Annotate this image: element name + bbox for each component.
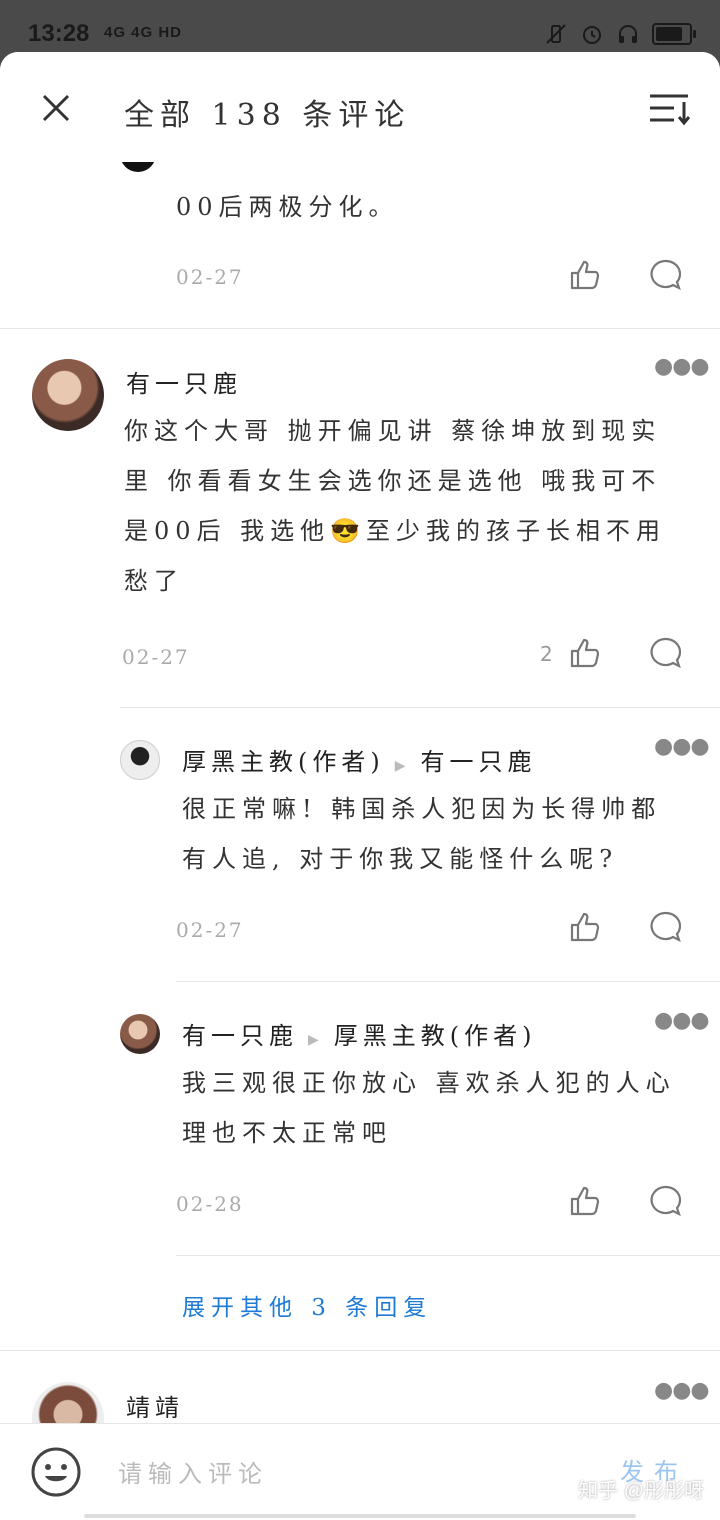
comment-date: 02-27: [176, 918, 244, 942]
divider: [176, 1255, 720, 1256]
emoji-icon[interactable]: [30, 1446, 82, 1498]
commenter-name[interactable]: 厚黑主教(作者): [182, 748, 385, 776]
avatar[interactable]: [120, 740, 160, 780]
like-count: 2: [540, 642, 553, 666]
reply-to-name[interactable]: 厚黑主教(作者): [334, 1022, 537, 1050]
more-options-icon[interactable]: ●●●: [654, 354, 710, 379]
reply-to-name[interactable]: 有一只鹿: [421, 748, 537, 776]
alarm-icon: [583, 26, 601, 44]
divider: [176, 981, 720, 982]
comment-date: 02-27: [122, 645, 190, 669]
comment-body: 很正常嘛! 韩国杀人犯因为长得帅都有人追, 对于你我又能怪什么呢?: [182, 795, 662, 873]
reply-icon[interactable]: [648, 636, 682, 670]
comment-input-bar: 请输入评论 发布 知乎 @彤彤呀: [0, 1423, 720, 1520]
expand-replies-link[interactable]: 展开其他 3 条回复: [182, 1288, 432, 1322]
like-icon[interactable]: [568, 636, 602, 670]
status-time: 13:28: [28, 20, 90, 47]
more-options-icon[interactable]: ●●●: [654, 734, 710, 759]
divider: [120, 707, 720, 708]
reply-arrow-icon: ▶: [394, 758, 411, 774]
sort-icon[interactable]: [648, 90, 692, 126]
battery-icon: [652, 23, 696, 45]
page-title: 全部 138 条评论: [124, 98, 411, 133]
watermark: 知乎 @彤彤呀: [578, 1480, 704, 1502]
avatar[interactable]: [120, 1014, 160, 1054]
more-options-icon[interactable]: ●●●: [654, 1378, 710, 1403]
home-indicator: [84, 1514, 636, 1518]
close-icon[interactable]: [36, 88, 76, 128]
vibrate-mute-icon: [546, 24, 566, 44]
divider: [0, 1350, 720, 1351]
comment-body: 00后两极分化。: [176, 193, 399, 221]
like-icon[interactable]: [568, 910, 602, 944]
comment-input[interactable]: 请输入评论: [118, 1454, 268, 1489]
reply-icon[interactable]: [648, 258, 682, 292]
reply-arrow-icon: ▶: [308, 1032, 324, 1048]
comment-body: 我三观很正你放心 喜欢杀人犯的人心理也不太正常吧: [182, 1069, 676, 1147]
status-bar: 13:28 4G 4G HD: [0, 0, 720, 56]
headphones-icon: [619, 25, 637, 43]
commenter-name[interactable]: 有一只鹿: [182, 1022, 298, 1050]
reply-icon[interactable]: [648, 1184, 682, 1218]
reply-icon[interactable]: [648, 910, 682, 944]
commenter-name[interactable]: 有一只鹿: [126, 364, 242, 399]
like-icon[interactable]: [568, 1184, 602, 1218]
like-icon[interactable]: [568, 258, 602, 292]
comment-date: 02-28: [176, 1192, 244, 1216]
comments-sheet: 全部 138 条评论 00后两极分化。 02-27 有一只鹿 ●●● 你这个大哥…: [0, 52, 720, 1520]
reply-header: 有一只鹿 ▶ 厚黑主教(作者): [182, 1016, 537, 1051]
network-indicator: 4G 4G HD: [104, 24, 183, 41]
comment-date: 02-27: [176, 265, 244, 289]
reply-header: 厚黑主教(作者) ▶ 有一只鹿: [182, 742, 537, 777]
divider: [0, 328, 720, 329]
more-options-icon[interactable]: ●●●: [654, 1008, 710, 1033]
commenter-name[interactable]: 靖靖: [126, 1388, 184, 1423]
sheet-header: 全部 138 条评论: [0, 52, 720, 162]
comment-body: 你这个大哥 抛开偏见讲 蔡徐坤放到现实里 你看看女生会选你还是选他 哦我可不是0…: [124, 417, 667, 595]
avatar[interactable]: [32, 359, 104, 431]
